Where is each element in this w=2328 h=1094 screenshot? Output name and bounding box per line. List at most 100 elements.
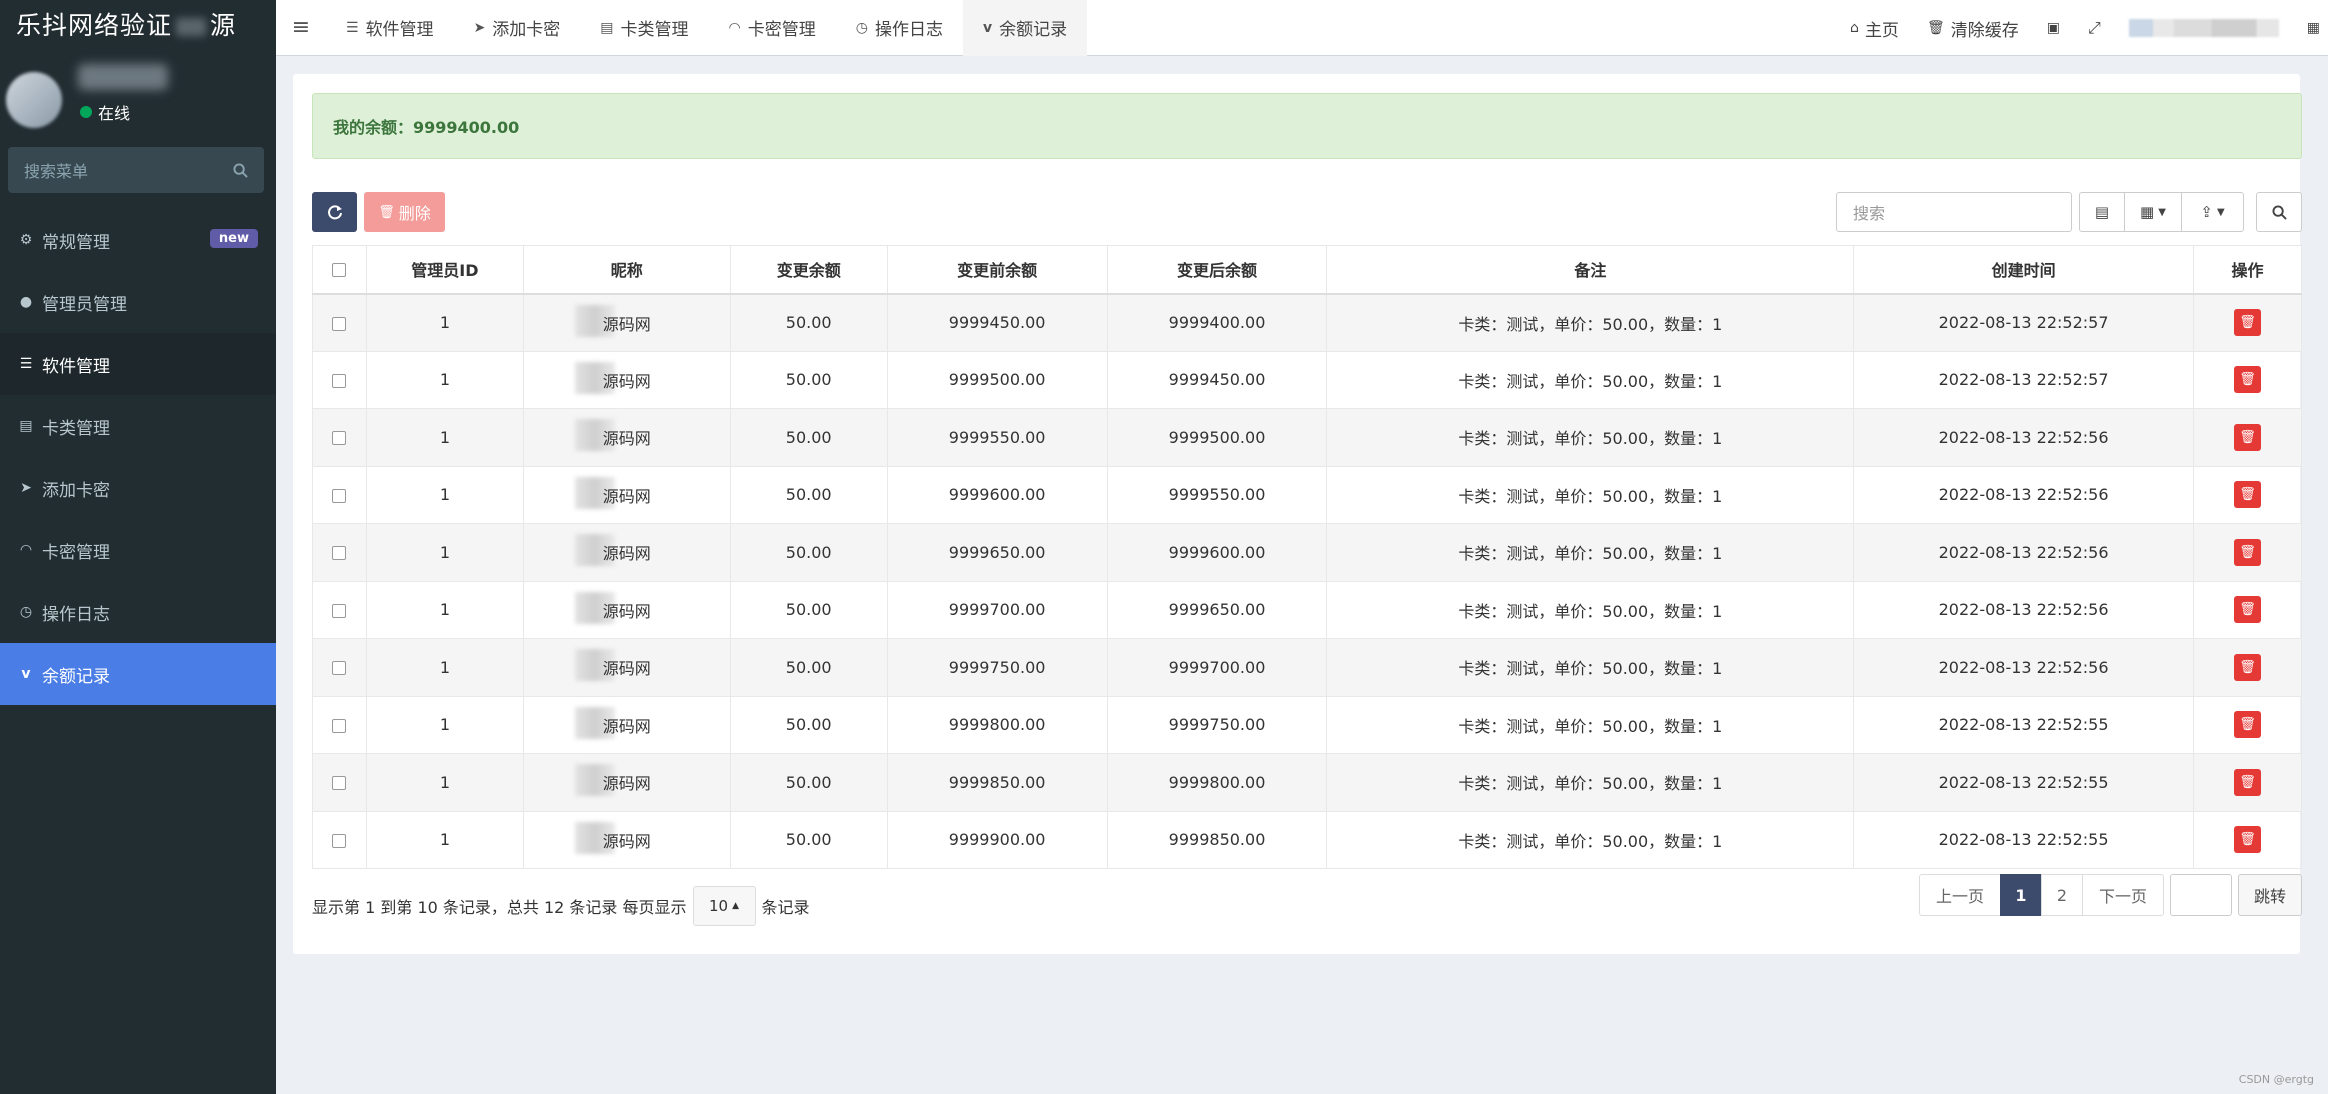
table-row[interactable]: 1 源码网 50.00 9999750.00 9999700.00 卡类：测试，单价：50… <box>312 638 2303 697</box>
settings-icon[interactable]: ▦ <box>2293 0 2328 56</box>
sidebar-item-software[interactable]: ☰ 软件管理 <box>0 333 276 395</box>
delete-row-button[interactable]: 🗑 <box>2233 768 2261 796</box>
row-checkbox[interactable] <box>332 661 347 676</box>
prev-page-button[interactable]: 上一页 <box>1919 874 2001 916</box>
nickname-text: 源码网 <box>602 716 651 736</box>
table-row[interactable]: 1 源码网 50.00 9999900.00 9999850.00 卡类：测试，单价：50… <box>312 810 2303 869</box>
col-change[interactable]: 变更余额 <box>729 245 888 295</box>
table-row[interactable]: 1 源码网 50.00 9999800.00 9999750.00 卡类：测试，单价：50… <box>312 695 2303 754</box>
table-row[interactable]: 1 源码网 50.00 9999700.00 9999650.00 卡类：测试，单价：50… <box>312 580 2303 639</box>
export-button[interactable]: ⇪ ▼ <box>2181 192 2244 232</box>
delete-row-button[interactable]: 🗑 <box>2233 481 2261 509</box>
row-select-cell <box>312 408 367 467</box>
toggle-view-button[interactable]: ▤ <box>2079 192 2125 232</box>
after-cell: 9999850.00 <box>1106 810 1328 869</box>
before-cell: 9999500.00 <box>886 350 1108 409</box>
avatar[interactable] <box>6 72 62 128</box>
delete-row-button[interactable]: 🗑 <box>2233 309 2261 336</box>
page-size-select[interactable]: 10 ▲ <box>692 886 756 926</box>
advanced-search-button[interactable] <box>2256 192 2302 232</box>
row-checkbox[interactable] <box>332 603 347 618</box>
sidebar-item-label: 操作日志 <box>42 604 110 625</box>
delete-row-button[interactable]: 🗑 <box>2233 538 2261 566</box>
col-nickname[interactable]: 昵称 <box>522 245 731 295</box>
nickname: 源码网 <box>574 649 651 682</box>
tab-label: 添加卡密 <box>492 20 561 40</box>
delete-row-button[interactable]: 🗑 <box>2233 596 2261 624</box>
nickname-text: 源码网 <box>602 659 651 679</box>
tab-logs[interactable]: ◷ 操作日志 <box>836 0 963 56</box>
col-remark[interactable]: 备注 <box>1326 245 1855 295</box>
change-cell: 50.00 <box>729 810 888 869</box>
delete-button[interactable]: 🗑 删除 <box>364 192 445 232</box>
nickname-cell: 源码网 <box>522 580 731 639</box>
nickname-text: 源码网 <box>602 544 651 564</box>
row-checkbox[interactable] <box>332 833 347 848</box>
search-icon[interactable] <box>233 162 248 178</box>
row-checkbox[interactable] <box>332 431 347 446</box>
col-created[interactable]: 创建时间 <box>1853 245 2194 295</box>
after-cell: 9999400.00 <box>1106 293 1328 352</box>
nickname: 源码网 <box>574 361 651 394</box>
home-link[interactable]: ⌂ 主页 <box>1836 0 1913 56</box>
col-admin-id[interactable]: 管理员ID <box>365 245 524 295</box>
row-checkbox[interactable] <box>332 316 347 331</box>
table-search-input[interactable]: 搜索 <box>1836 192 2072 232</box>
sidebar-item-admin[interactable]: ● 管理员管理 <box>0 271 276 333</box>
sidebar-search-input[interactable]: 搜索菜单 <box>8 147 264 193</box>
language-icon[interactable]: ▣ <box>2033 0 2074 56</box>
row-checkbox[interactable] <box>332 546 347 561</box>
row-checkbox[interactable] <box>332 373 347 388</box>
user-name <box>78 64 168 90</box>
tab-add-card[interactable]: ➤ 添加卡密 <box>454 0 581 56</box>
delete-row-button[interactable]: 🗑 <box>2233 423 2261 451</box>
tab-software[interactable]: ☰ 软件管理 <box>326 0 454 56</box>
col-before[interactable]: 变更前余额 <box>886 245 1108 295</box>
refresh-button[interactable] <box>312 192 357 232</box>
delete-row-button[interactable]: 🗑 <box>2233 653 2261 681</box>
change-cell: 50.00 <box>729 638 888 697</box>
page-2-button[interactable]: 2 <box>2041 874 2083 916</box>
sidebar-item-balance[interactable]: v 余额记录 <box>0 643 276 705</box>
sidebar-item-card-types[interactable]: ▤ 卡类管理 <box>0 395 276 457</box>
jump-page-input[interactable] <box>2170 874 2232 916</box>
sidebar-item-card-keys[interactable]: ◠ 卡密管理 <box>0 519 276 581</box>
tab-label: 卡密管理 <box>747 20 816 40</box>
tab-balance[interactable]: v 余额记录 <box>962 0 1088 56</box>
row-checkbox[interactable] <box>332 718 347 733</box>
select-all-cell <box>312 245 367 295</box>
tab-card-keys[interactable]: ◠ 卡密管理 <box>709 0 836 56</box>
trash-icon: 🗑 <box>2239 774 2256 790</box>
next-page-button[interactable]: 下一页 <box>2082 874 2164 916</box>
remark-cell: 卡类：测试，单价：50.00，数量：1 <box>1326 523 1855 582</box>
table-row[interactable]: 1 源码网 50.00 9999650.00 9999600.00 卡类：测试，单价：50… <box>312 523 2303 582</box>
table-row[interactable]: 1 源码网 50.00 9999450.00 9999400.00 卡类：测试，单价：50… <box>312 293 2303 352</box>
col-after[interactable]: 变更后余额 <box>1106 245 1328 295</box>
tab-card-types[interactable]: ▤ 卡类管理 <box>580 0 708 56</box>
menu-toggle-icon[interactable]: ≡ <box>276 0 326 56</box>
delete-row-button[interactable]: 🗑 <box>2233 711 2261 739</box>
sidebar-item-logs[interactable]: ◷ 操作日志 <box>0 581 276 643</box>
select-all-checkbox[interactable] <box>332 263 347 278</box>
user-menu[interactable] <box>2115 0 2293 56</box>
row-checkbox[interactable] <box>332 776 347 791</box>
sidebar-item-general[interactable]: ⚙ 常规管理 new <box>0 209 276 271</box>
page-1-button[interactable]: 1 <box>2000 874 2042 916</box>
table-row[interactable]: 1 源码网 50.00 9999550.00 9999500.00 卡类：测试，单价：50… <box>312 408 2303 467</box>
row-select-cell <box>312 580 367 639</box>
row-checkbox[interactable] <box>332 488 347 503</box>
delete-row-button[interactable]: 🗑 <box>2233 826 2261 854</box>
columns-button[interactable]: ▦ ▼ <box>2124 192 2182 232</box>
row-select-cell <box>312 695 367 754</box>
trash-icon: 🗑 <box>1926 20 1945 36</box>
sidebar-item-add-card[interactable]: ➤ 添加卡密 <box>0 457 276 519</box>
table-row[interactable]: 1 源码网 50.00 9999600.00 9999550.00 卡类：测试，单价：50… <box>312 465 2303 524</box>
brand-title[interactable]: 乐抖网络验证源 <box>0 0 276 52</box>
delete-row-button[interactable]: 🗑 <box>2233 366 2261 394</box>
table-row[interactable]: 1 源码网 50.00 9999850.00 9999800.00 卡类：测试，单价：50… <box>312 753 2303 812</box>
clear-cache-button[interactable]: 🗑 清除缓存 <box>1913 0 2033 56</box>
remark-cell: 卡类：测试，单价：50.00，数量：1 <box>1326 465 1855 524</box>
table-row[interactable]: 1 源码网 50.00 9999500.00 9999450.00 卡类：测试，单价：50… <box>312 350 2303 409</box>
jump-button[interactable]: 跳转 <box>2238 874 2302 916</box>
fullscreen-icon[interactable]: ⤢ <box>2074 0 2115 56</box>
